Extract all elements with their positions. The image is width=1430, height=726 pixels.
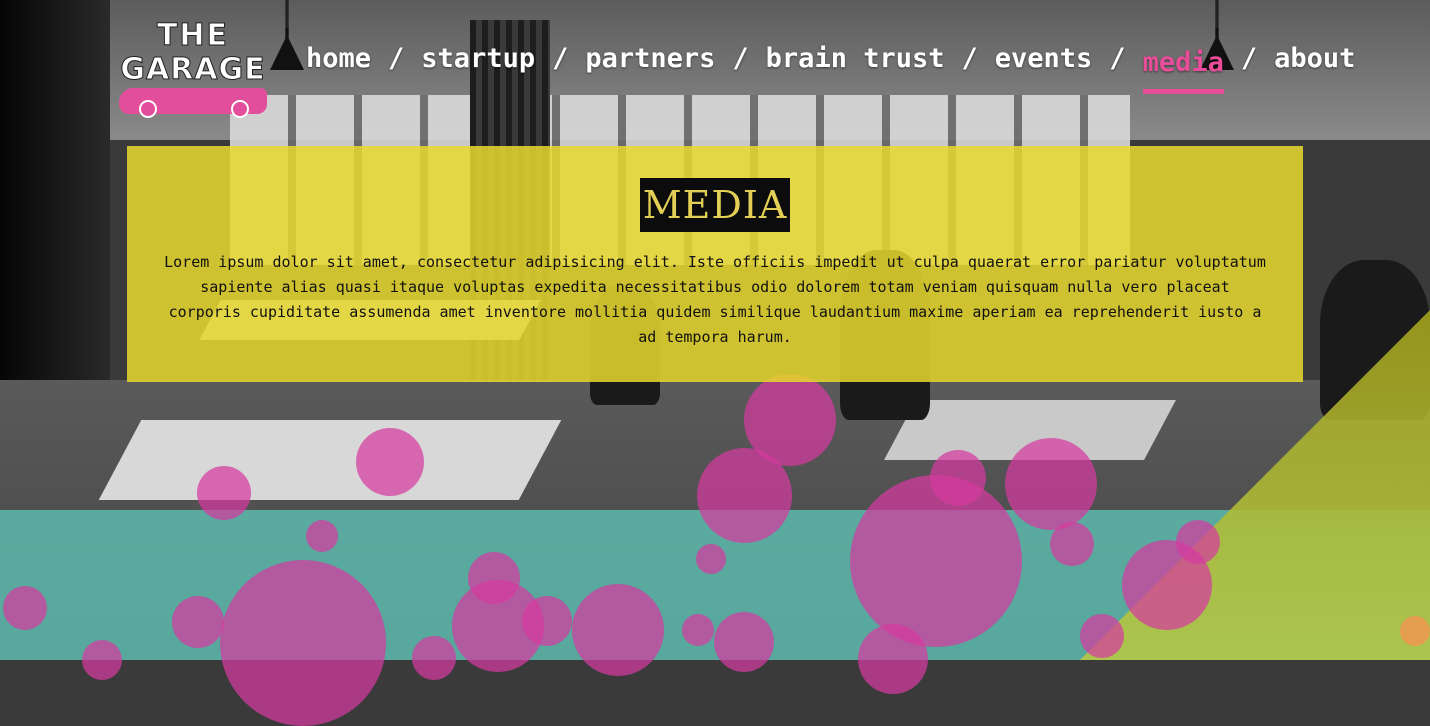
car-icon: [119, 88, 267, 118]
logo-text-line1: THE: [156, 18, 230, 54]
nav-link-media[interactable]: media: [1142, 47, 1225, 94]
nav-separator: /: [732, 42, 749, 74]
logo-text-line2: GARAGE: [120, 52, 266, 88]
dark-wall: [0, 0, 110, 420]
nav-separator: /: [961, 42, 978, 74]
page-description: Lorem ipsum dolor sit amet, consectetur …: [164, 253, 1266, 346]
desk: [98, 420, 562, 500]
page-title-box: MEDIA: [640, 178, 790, 232]
site-logo[interactable]: THE GARAGE: [117, 18, 269, 118]
main-nav: home / startup / partners / brain trust …: [306, 38, 1355, 94]
nav-separator: /: [552, 42, 569, 74]
nav-separator: /: [1109, 42, 1126, 74]
nav-link-events[interactable]: events: [995, 43, 1093, 74]
nav-link-startup[interactable]: startup: [421, 43, 535, 74]
nav-link-partners[interactable]: partners: [585, 43, 715, 74]
nav-link-home[interactable]: home: [306, 43, 371, 74]
nav-separator: /: [388, 42, 405, 74]
page-title: MEDIA: [642, 183, 788, 227]
nav-link-about[interactable]: about: [1274, 43, 1355, 74]
nav-link-brain-trust[interactable]: brain trust: [766, 43, 945, 74]
nav-separator: /: [1240, 42, 1258, 74]
media-panel: MEDIA Lorem ipsum dolor sit amet, consec…: [127, 146, 1303, 382]
